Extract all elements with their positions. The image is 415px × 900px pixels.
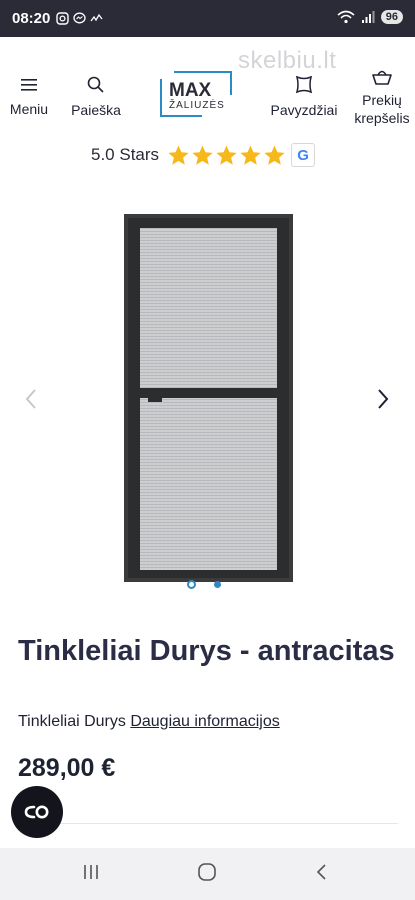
more-info-link[interactable]: Daugiau informacijos	[130, 713, 279, 730]
logo-main-text: MAX	[169, 80, 212, 101]
status-bar: 08:20 96	[0, 0, 415, 37]
product-image	[110, 200, 300, 600]
next-image-arrow-icon[interactable]	[376, 388, 390, 410]
star-icon	[264, 144, 285, 165]
product-price: 289,00 €	[18, 754, 116, 782]
search-icon	[87, 76, 104, 93]
chat-button[interactable]	[11, 786, 63, 838]
recents-icon[interactable]	[82, 862, 100, 882]
search-button[interactable]: Paieška	[69, 75, 123, 118]
signal-wave-icon	[90, 13, 103, 22]
hamburger-icon	[21, 79, 37, 91]
search-label: Paieška	[71, 102, 121, 118]
prev-image-arrow-icon[interactable]	[24, 388, 38, 410]
menu-button[interactable]: Meniu	[8, 77, 50, 117]
system-nav-bar	[0, 848, 415, 900]
gallery-dot-2[interactable]	[214, 581, 221, 588]
back-icon[interactable]	[314, 862, 328, 882]
samples-label: Pavyzdžiai	[270, 102, 338, 118]
logo-sub-text: ŽALIUZĖS	[169, 100, 225, 111]
star-rating	[167, 144, 286, 167]
fabric-sample-icon	[295, 75, 313, 94]
cart-basket-icon	[372, 70, 392, 85]
google-badge[interactable]: G	[291, 143, 316, 167]
rating-row[interactable]: 5.0 Stars G	[91, 142, 316, 168]
cart-label-line2: krepšelis	[354, 110, 410, 126]
status-time: 08:20	[12, 10, 51, 27]
rating-text: 5.0 Stars	[91, 145, 160, 164]
product-subtitle-row: Tinkleliai Durys Daugiau informacijos	[18, 713, 280, 731]
cell-signal-icon	[361, 11, 375, 23]
site-header: skelbiu.lt Meniu Paieška MAX ŽALIUZĖS Pa…	[0, 37, 415, 137]
product-title: Tinkleliai Durys - antracitas	[18, 635, 395, 667]
notification-icons	[56, 12, 103, 25]
star-icon	[216, 144, 237, 165]
home-icon[interactable]	[197, 862, 217, 882]
chat-logo-icon	[24, 805, 49, 819]
messenger-icon	[73, 12, 86, 24]
watermark: skelbiu.lt	[238, 47, 337, 74]
gallery-dot-1[interactable]	[187, 580, 196, 589]
battery-indicator: 96	[380, 10, 403, 24]
product-gallery	[0, 200, 415, 605]
star-icon	[192, 144, 213, 165]
google-icon: G	[297, 146, 309, 164]
door-screen-image	[124, 214, 293, 582]
star-icon	[240, 144, 261, 165]
cart-label-line1: Prekių	[362, 92, 402, 108]
wifi-icon	[337, 10, 355, 24]
divider	[18, 823, 398, 824]
product-subtitle: Tinkleliai Durys	[18, 713, 126, 730]
site-logo[interactable]: MAX ŽALIUZĖS	[160, 71, 232, 117]
samples-button[interactable]: Pavyzdžiai	[268, 75, 340, 118]
instagram-icon	[56, 12, 69, 25]
cart-button[interactable]: Prekių krepšelis	[352, 67, 412, 127]
star-icon	[168, 144, 189, 165]
menu-label: Meniu	[9, 101, 49, 117]
gallery-pagination	[187, 580, 221, 589]
